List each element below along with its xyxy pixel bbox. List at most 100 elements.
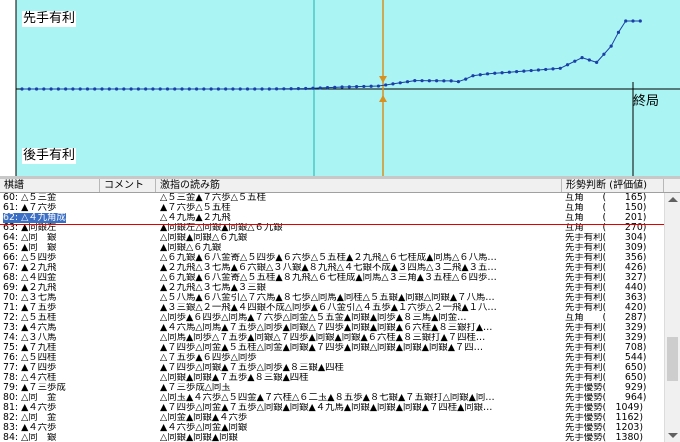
table-row[interactable]: 64: △同 銀 △同銀▲同銀△６九銀 先手有利( 304) bbox=[0, 233, 664, 243]
table-row[interactable]: 65: ▲同 銀 ▲同銀△６九銀 先手有利( 309) bbox=[0, 243, 664, 253]
data-point bbox=[238, 87, 242, 91]
data-point bbox=[245, 87, 250, 91]
data-point bbox=[165, 87, 170, 91]
data-point bbox=[56, 87, 60, 91]
read-cell: ▲７三歩成△同玉 bbox=[160, 383, 231, 393]
scroll-down-arrow[interactable] bbox=[668, 433, 678, 438]
data-point bbox=[551, 67, 555, 71]
move-cell: 81: ▲４六歩 bbox=[3, 403, 57, 413]
table-row[interactable]: 80: △同 金 △同玉▲４六歩△５四金▲７六桂△６二玉▲８五歩▲８七銀▲７五銀打… bbox=[0, 393, 664, 403]
data-point bbox=[471, 74, 475, 78]
move-cell: 77: ▲７四歩 bbox=[3, 363, 57, 373]
table-row-selected[interactable]: 62: △４九角成 △４九馬▲２九飛 互角 ( 201) bbox=[0, 213, 664, 223]
table-row[interactable]: 82: △同 金 △同金▲同銀▲４六歩 先手優勢( 1162) bbox=[0, 413, 664, 423]
scroll-thumb[interactable] bbox=[667, 337, 678, 381]
scroll-up-arrow[interactable] bbox=[668, 197, 678, 202]
move-cell: 76: △５四桂 bbox=[3, 353, 57, 363]
data-point bbox=[144, 87, 148, 91]
move-cell: 60: △５三金 bbox=[3, 193, 57, 203]
table-header: 棋譜 コメント 激指の読み筋 形勢判断 (評価値) bbox=[0, 179, 680, 193]
table-row[interactable]: 66: △５四歩 △６九銀▲６八金寄△５四歩▲６六歩△５五桂▲２九飛△６七桂成▲同… bbox=[0, 253, 664, 263]
table-row[interactable]: 84: △同 銀 △同銀▲同銀▲同銀 先手優勢( 1380) bbox=[0, 433, 664, 442]
data-point bbox=[311, 86, 315, 90]
eval-cell: 互角 ( 150) bbox=[565, 203, 647, 213]
data-point bbox=[500, 71, 504, 75]
read-cell: ▲２九飛△３七馬▲３三銀 bbox=[160, 283, 267, 293]
move-cell: 69: ▲２九飛 bbox=[3, 283, 57, 293]
read-cell: ▲３三銀△２一飛▲４四銀不成△同歩▲６八金引△４五歩▲１六歩△２一飛▲１八… bbox=[160, 303, 497, 313]
move-cell: 82: △同 金 bbox=[3, 413, 57, 423]
data-point bbox=[27, 87, 31, 91]
eval-cell: 先手有利( 304) bbox=[565, 233, 647, 243]
move-cell: 62: △４九角成 bbox=[3, 213, 66, 223]
table-row[interactable]: 70: △３七馬 △５八馬▲６八金引△７六馬▲８七歩△同馬▲同桂△５五銀▲同銀△同… bbox=[0, 293, 664, 303]
data-point bbox=[20, 87, 24, 91]
move-cell: 70: △３七馬 bbox=[3, 293, 57, 303]
data-point bbox=[49, 87, 53, 91]
data-point bbox=[209, 87, 213, 91]
table-row[interactable]: 75: ▲７九桂 ▲７四歩△同金▲５五桂△同金▲同銀▲７四歩▲同銀△同銀▲同銀▲同… bbox=[0, 343, 664, 353]
data-point bbox=[253, 87, 257, 91]
data-point bbox=[529, 68, 533, 73]
evaluation-chart[interactable] bbox=[0, 0, 680, 176]
table-row[interactable]: 60: △５三金 △５三金▲７六歩△５五桂 互角 ( 165) bbox=[0, 193, 664, 203]
eval-cell: 先手有利( 363) bbox=[565, 293, 647, 303]
data-point bbox=[602, 52, 606, 56]
column-header-move[interactable]: 棋譜 bbox=[0, 179, 100, 192]
read-cell: ▲同銀△６九銀 bbox=[160, 243, 222, 253]
data-point bbox=[638, 19, 642, 23]
table-row[interactable]: 68: △４四金 △６九銀▲６八金寄△５五桂▲８九飛△６七桂成▲同馬△３三角▲３五… bbox=[0, 273, 664, 283]
data-point bbox=[129, 87, 133, 91]
data-point bbox=[515, 70, 519, 74]
data-point bbox=[158, 87, 162, 91]
data-point bbox=[114, 87, 119, 91]
eval-cell: 先手優勢( 964) bbox=[565, 393, 647, 403]
data-point bbox=[354, 85, 359, 89]
table-row[interactable]: 83: ▲４六歩 ▲４六歩△同金▲同銀 先手優勢( 1203) bbox=[0, 423, 664, 433]
eval-cell: 先手有利( 708) bbox=[565, 343, 647, 353]
advantage-gote-label: 後手有利 bbox=[22, 148, 77, 164]
read-cell: △同銀▲同銀△６九銀 bbox=[160, 233, 248, 243]
table-row[interactable]: 76: △５四桂 △７五歩▲６四歩△同歩 先手有利( 544) bbox=[0, 353, 664, 363]
table-row[interactable]: 61: ▲７六歩 ▲７六歩△５五桂 互角 ( 150) bbox=[0, 203, 664, 213]
data-point bbox=[624, 19, 628, 23]
data-point bbox=[449, 79, 453, 83]
table-row[interactable]: 81: ▲４六歩 ▲７四歩△同金▲７五歩△同銀▲同銀▲４九馬▲同銀▲同銀▲同銀▲７… bbox=[0, 403, 664, 413]
column-header-comment[interactable]: コメント bbox=[100, 179, 156, 192]
current-position-marker bbox=[0, 224, 664, 225]
eval-cell: 先手有利( 329) bbox=[565, 333, 647, 343]
read-cell: △同金▲同銀▲４六歩 bbox=[160, 413, 248, 423]
move-cell: 83: ▲４六歩 bbox=[3, 423, 57, 433]
read-cell: △６九銀▲６八金寄△５四歩▲６六歩△５五桂▲２九飛△６七桂成▲同馬△６八馬… bbox=[160, 253, 497, 263]
column-header-read[interactable]: 激指の読み筋 bbox=[156, 179, 562, 192]
data-point bbox=[558, 66, 562, 70]
table-row[interactable]: 69: ▲２九飛 ▲２九飛△３七馬▲３三銀 先手有利( 440) bbox=[0, 283, 664, 293]
data-point bbox=[522, 69, 526, 73]
read-cell: △７五歩▲６四歩△同歩 bbox=[160, 353, 257, 363]
table-row[interactable]: 78: △４六桂 △同銀▲同銀▲７五歩▲８三銀▲四桂 先手有利( 650) bbox=[0, 373, 664, 383]
column-header-eval[interactable]: 形勢判断 (評価値) bbox=[562, 179, 664, 192]
table-row[interactable]: 72: △５五桂 △同歩▲６四歩△同馬▲７六歩△同金△５五金▲同銀▲同歩▲８三馬▲… bbox=[0, 313, 664, 323]
data-point bbox=[609, 44, 613, 48]
data-point bbox=[64, 87, 68, 91]
read-cell: ▲４六馬△同馬▲７五歩△同歩▲同銀△７四歩▲同銀▲同銀▲６六桂▲８三銀打▲… bbox=[160, 323, 493, 333]
data-point bbox=[478, 73, 482, 77]
table-row[interactable]: 77: ▲７四歩 ▲７四歩△同銀▲７五歩△同歩▲８三銀▲四桂 先手有利( 650) bbox=[0, 363, 664, 373]
data-point bbox=[405, 80, 410, 84]
data-point bbox=[376, 84, 381, 88]
table-row[interactable]: 79: ▲７三歩成 ▲７三歩成△同玉 先手優勢( 929) bbox=[0, 383, 664, 393]
table-row[interactable]: 73: ▲４六馬 ▲４六馬△同馬▲７五歩△同歩▲同銀△７四歩▲同銀▲同銀▲６六桂▲… bbox=[0, 323, 664, 333]
table-row[interactable]: 71: ▲７五歩 ▲３三銀△２一飛▲４四銀不成△同歩▲６八金引△４五歩▲１六歩△２… bbox=[0, 303, 664, 313]
data-point bbox=[464, 77, 468, 81]
read-cell: △５三金▲７六歩△５五桂 bbox=[160, 193, 267, 203]
data-point bbox=[485, 72, 490, 76]
data-point bbox=[231, 87, 235, 91]
kifu-table: 棋譜 コメント 激指の読み筋 形勢判断 (評価値) 60: △５三金 △５三金▲７… bbox=[0, 179, 680, 442]
vertical-scrollbar[interactable] bbox=[664, 193, 680, 442]
data-point bbox=[325, 86, 330, 90]
data-point bbox=[616, 30, 621, 34]
table-row[interactable]: 74: △３八馬 △同馬▲同歩△７五歩▲同銀△７四歩▲同銀▲同銀▲６六桂▲８三銀打… bbox=[0, 333, 664, 343]
evaluation-graph[interactable]: 先手有利 後手有利 終局 bbox=[0, 0, 680, 176]
read-cell: △同銀▲同銀▲７五歩▲８三銀▲四桂 bbox=[160, 373, 309, 383]
table-row[interactable]: 67: ▲２九飛 ▲２九飛△３七馬▲６六銀△３八銀▲８九飛△４七銀不成▲３四馬△３… bbox=[0, 263, 664, 273]
